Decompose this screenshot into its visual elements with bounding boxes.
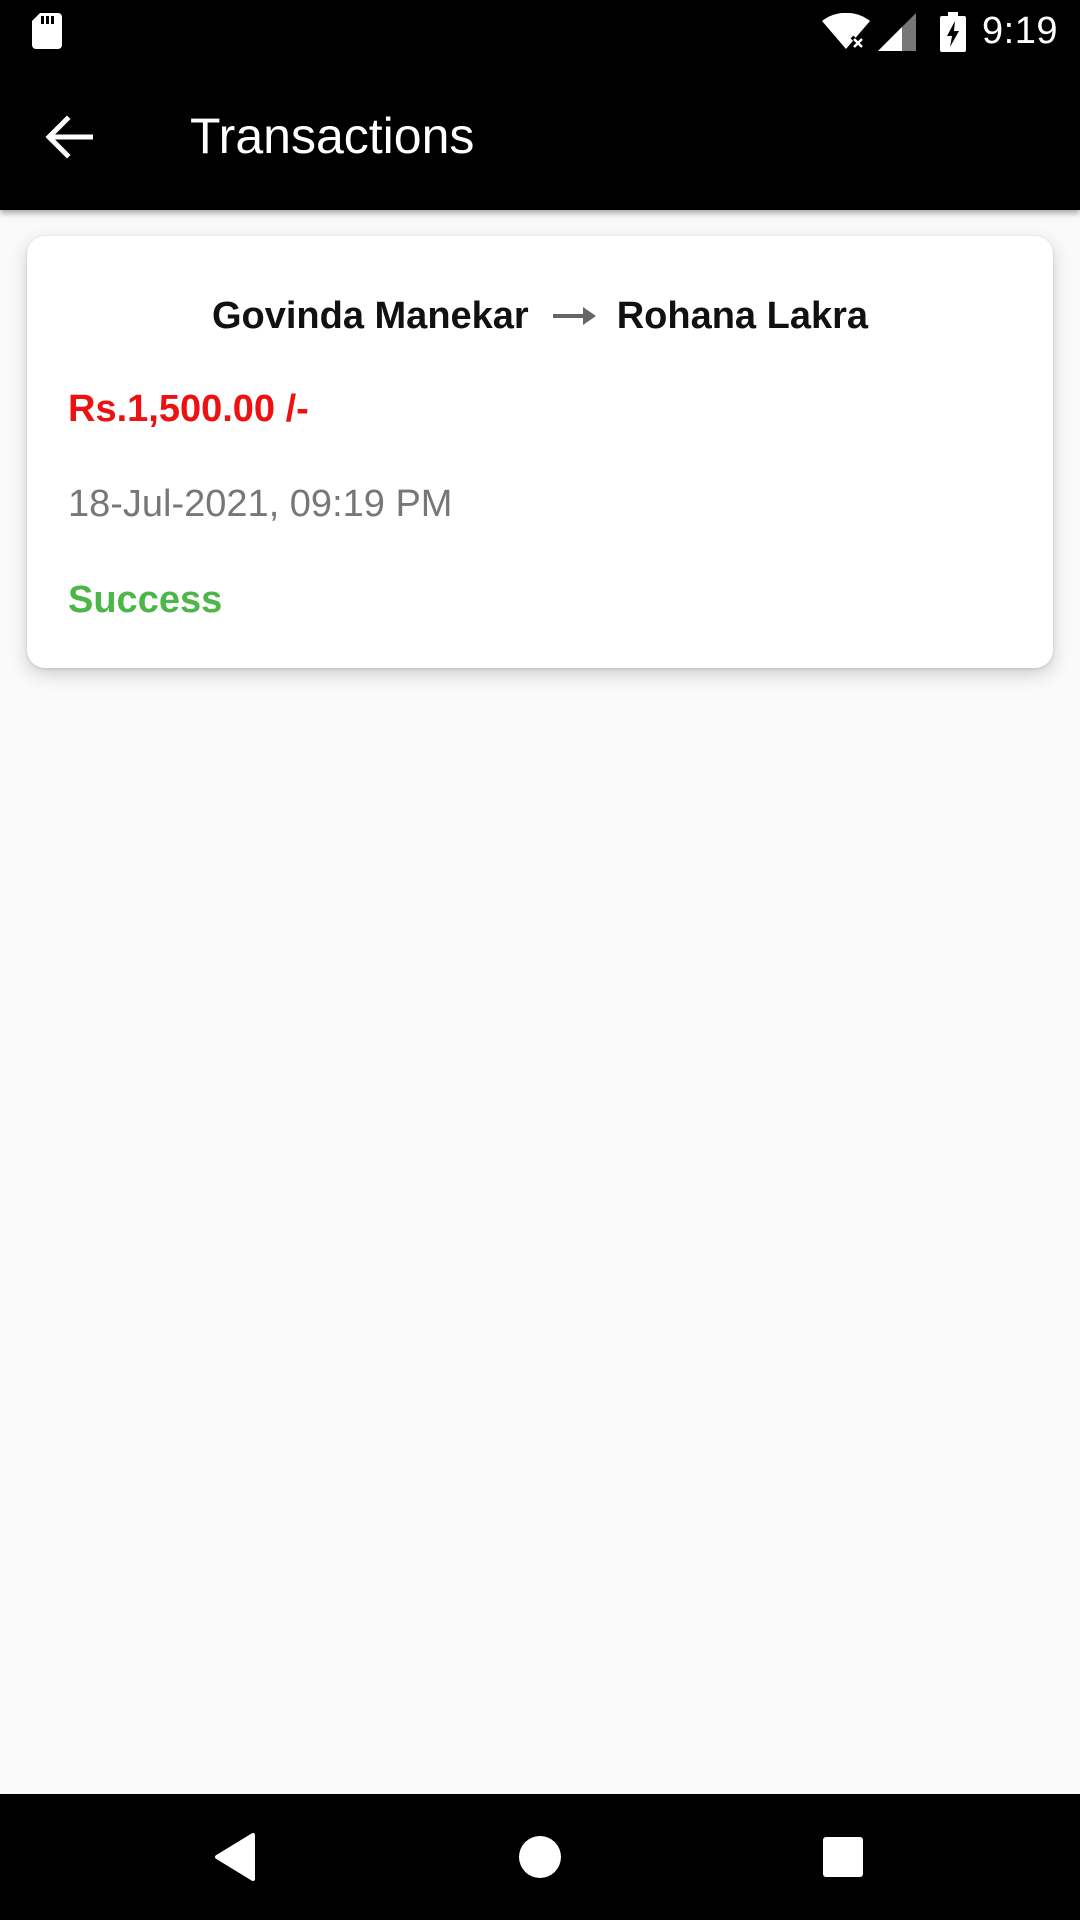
back-button[interactable] (32, 100, 106, 174)
transaction-amount: Rs.1,500.00 /- (68, 388, 309, 430)
battery-charging-icon (940, 11, 967, 52)
sd-card-icon (32, 13, 62, 49)
arrow-right-icon (552, 307, 596, 325)
recipient-name: Rohana Lakra (616, 294, 869, 337)
sender-name: Govinda Manekar (211, 294, 529, 337)
arrow-back-icon (45, 115, 93, 159)
transaction-card[interactable]: Govinda Manekar Rohana Lakra Rs.1,500.00… (27, 236, 1053, 668)
nav-home-icon (519, 1836, 561, 1878)
transaction-datetime: 18-Jul-2021, 09:19 PM (68, 483, 453, 525)
status-icons: 9:19 (814, 0, 1058, 63)
nav-recents-button[interactable] (805, 1819, 881, 1895)
transaction-status: Success (68, 579, 223, 621)
status-clock: 9:19 (982, 10, 1058, 52)
nav-back-icon (215, 1833, 255, 1881)
navigation-bar (0, 1794, 1080, 1920)
transaction-parties: Govinda Manekar Rohana Lakra (27, 286, 1053, 346)
cell-signal-icon (878, 12, 917, 51)
app-bar: Transactions (0, 63, 1080, 210)
wifi-icon (822, 12, 871, 50)
nav-recents-icon (823, 1837, 863, 1877)
status-bar: 9:19 (0, 0, 1080, 63)
nav-back-button[interactable] (197, 1819, 273, 1895)
nav-home-button[interactable] (502, 1819, 578, 1895)
page-title: Transactions (190, 108, 475, 164)
